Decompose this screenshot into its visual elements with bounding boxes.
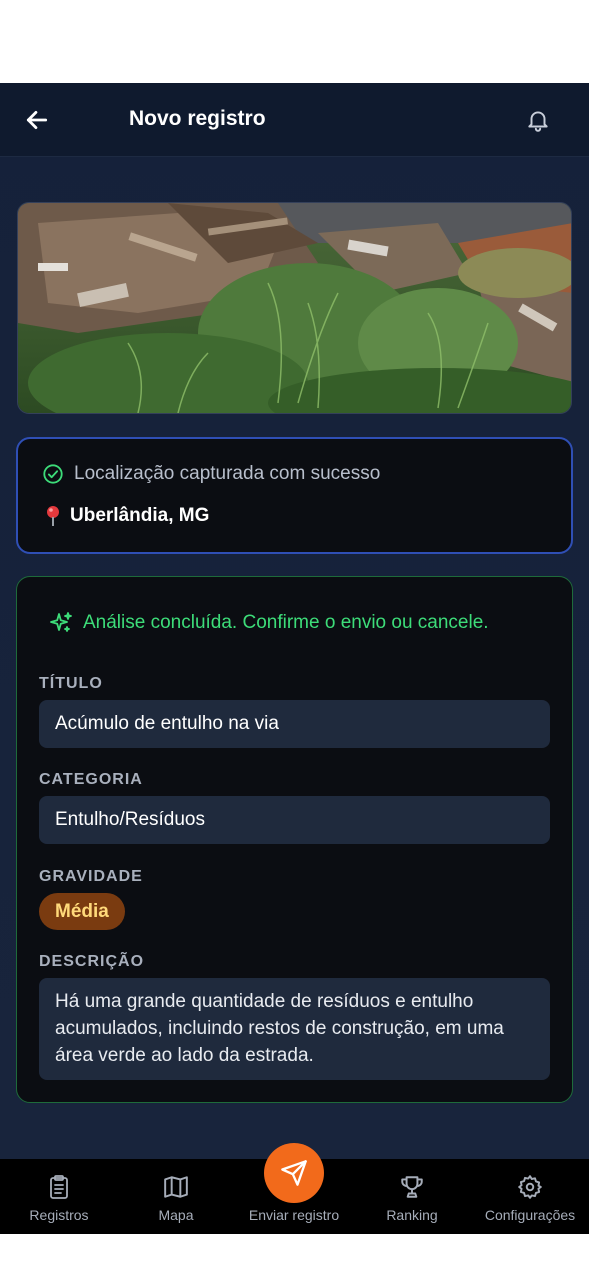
location-place-text: Uberlândia, MG <box>70 505 210 526</box>
map-pin-icon <box>47 506 59 526</box>
category-label: CATEGORIA <box>39 771 143 788</box>
description-label: DESCRIÇÃO <box>39 953 145 970</box>
map-icon <box>164 1176 188 1198</box>
title-field[interactable]: Acúmulo de entulho na via <box>39 700 550 748</box>
location-card: Localização capturada com sucesso Uberlâ… <box>16 437 573 554</box>
app-screen: Novo registro Localização capturada com … <box>0 83 589 1234</box>
captured-photo <box>17 202 572 414</box>
trophy-icon <box>401 1176 423 1198</box>
title-value: Acúmulo de entulho na via <box>55 713 279 734</box>
location-status-text: Localização capturada com sucesso <box>74 463 381 484</box>
nav-item-mapa[interactable]: Mapa <box>140 1159 212 1234</box>
nav-label-mapa: Mapa <box>158 1207 194 1223</box>
category-field[interactable]: Entulho/Resíduos <box>39 796 550 844</box>
sparkles-icon <box>50 612 72 632</box>
gear-icon <box>518 1175 542 1199</box>
send-record-button[interactable] <box>264 1143 324 1203</box>
analysis-card: Análise concluída. Confirme o envio ou c… <box>16 576 573 1103</box>
nav-label-registros: Registros <box>29 1207 89 1223</box>
nav-item-configuracoes[interactable]: Configurações <box>478 1159 582 1234</box>
nav-item-registros[interactable]: Registros <box>18 1159 100 1234</box>
page-title: Novo registro <box>129 107 266 130</box>
analysis-message-text: Análise concluída. Confirme o envio ou c… <box>83 612 489 633</box>
severity-label: GRAVIDADE <box>39 868 143 885</box>
debris-photo-image <box>18 203 571 413</box>
arrow-left-icon <box>26 111 48 129</box>
clipboard-icon <box>50 1175 68 1199</box>
nav-label-ranking: Ranking <box>386 1207 438 1223</box>
bell-icon <box>528 111 548 132</box>
analysis-message: Análise concluída. Confirme o envio ou c… <box>49 611 489 635</box>
location-status: Localização capturada com sucesso <box>42 463 380 485</box>
notifications-button[interactable] <box>521 103 555 137</box>
location-place: Uberlândia, MG <box>44 505 209 527</box>
top-bar: Novo registro <box>0 83 589 157</box>
category-value: Entulho/Resíduos <box>55 809 205 830</box>
nav-item-ranking[interactable]: Ranking <box>372 1159 452 1234</box>
severity-badge: Média <box>39 893 125 930</box>
check-circle-icon <box>43 464 63 484</box>
back-button[interactable] <box>20 103 54 137</box>
title-label: TÍTULO <box>39 675 103 692</box>
description-field[interactable]: Há uma grande quantidade de resíduos e e… <box>39 978 550 1080</box>
nav-label-configuracoes: Configurações <box>484 1207 576 1223</box>
nav-label-enviar-registro: Enviar registro <box>248 1207 340 1223</box>
send-icon <box>281 1160 307 1186</box>
